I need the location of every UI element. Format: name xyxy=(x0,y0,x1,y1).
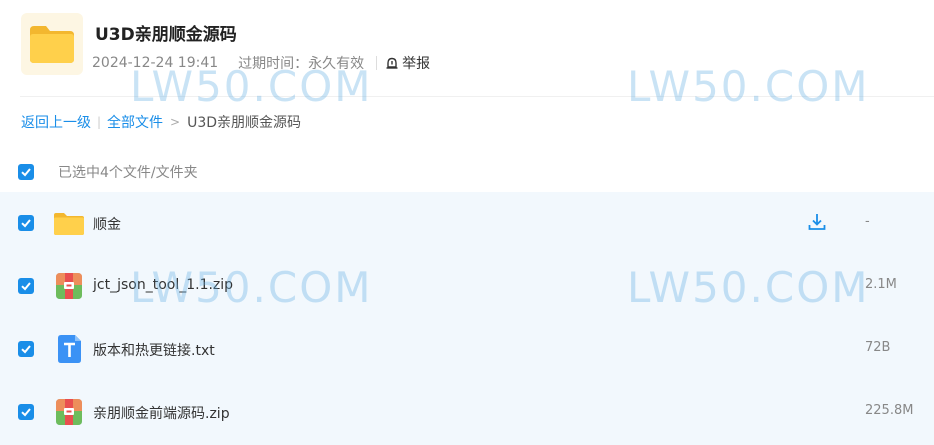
select-all-bar: 已选中4个文件/文件夹 xyxy=(0,152,934,192)
file-name[interactable]: 亲朋顺金前端源码.zip xyxy=(93,403,230,423)
zip-file-icon xyxy=(53,270,85,302)
all-files-link[interactable]: 全部文件 xyxy=(107,112,163,132)
row-checkbox[interactable] xyxy=(18,404,34,420)
list-item[interactable]: 亲朋顺金前端源码.zip 225.8M xyxy=(0,381,934,444)
back-link[interactable]: 返回上一级 xyxy=(21,112,91,132)
file-size: 225.8M xyxy=(865,403,914,418)
list-item[interactable]: 版本和热更链接.txt 72B xyxy=(0,318,934,381)
breadcrumb: 返回上一级 | 全部文件 > U3D亲朋顺金源码 xyxy=(21,112,301,132)
row-checkbox[interactable] xyxy=(18,341,34,357)
row-checkbox[interactable] xyxy=(18,278,34,294)
share-meta: 2024-12-24 19:41 过期时间：永久有效 举报 xyxy=(92,53,430,73)
report-label: 举报 xyxy=(402,56,431,72)
file-name[interactable]: 版本和热更链接.txt xyxy=(93,340,215,360)
select-all-checkbox[interactable] xyxy=(18,164,34,180)
file-name[interactable]: jct_json_tool_1.1.zip xyxy=(93,277,233,293)
expire-time: 过期时间：永久有效 xyxy=(238,56,365,72)
divider xyxy=(376,56,378,70)
folder-icon xyxy=(21,13,83,75)
file-size: 2.1M xyxy=(865,277,897,292)
select-all-label: 已选中4个文件/文件夹 xyxy=(58,165,198,181)
file-list: 顺金 - jct_json_tool_1.1.zip 2.1M 版本和热更链接.… xyxy=(0,192,934,445)
share-date: 2024-12-24 19:41 xyxy=(92,55,219,71)
chevron-right-icon: > xyxy=(170,115,181,129)
text-file-icon xyxy=(53,333,85,365)
file-name[interactable]: 顺金 xyxy=(93,214,121,234)
download-icon[interactable] xyxy=(806,211,828,233)
report-button[interactable]: 举报 xyxy=(385,53,430,73)
list-item[interactable]: jct_json_tool_1.1.zip 2.1M xyxy=(0,255,934,318)
share-header: U3D亲朋顺金源码 2024-12-24 19:41 过期时间：永久有效 举报 xyxy=(0,0,934,96)
list-item[interactable]: 顺金 - xyxy=(0,192,934,255)
file-size: - xyxy=(865,214,870,229)
report-icon xyxy=(386,57,398,69)
header-divider xyxy=(20,96,934,97)
share-title: U3D亲朋顺金源码 xyxy=(95,25,237,45)
zip-file-icon xyxy=(53,396,85,428)
row-checkbox[interactable] xyxy=(18,215,34,231)
breadcrumb-separator: | xyxy=(97,115,102,129)
breadcrumb-current: U3D亲朋顺金源码 xyxy=(187,115,302,131)
file-size: 72B xyxy=(865,340,891,355)
folder-icon xyxy=(53,207,85,239)
